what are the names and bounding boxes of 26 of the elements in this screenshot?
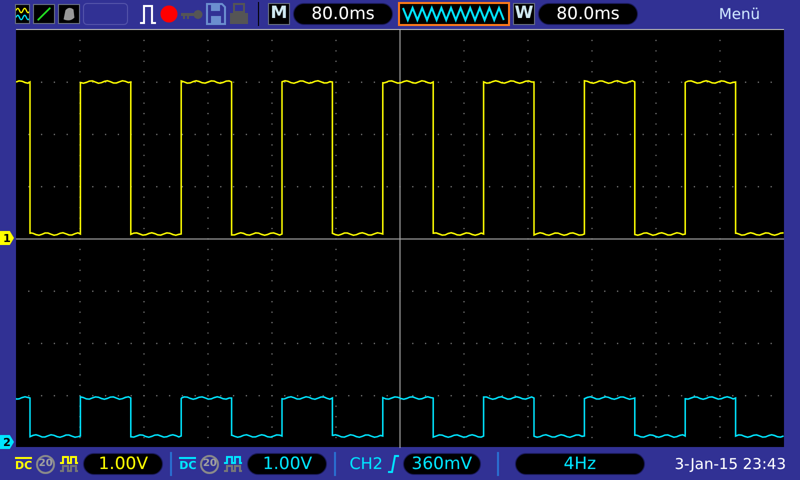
channel-scale-readout: 1.00V [83, 453, 164, 475]
save-icon[interactable] [206, 3, 226, 25]
window-time-readout: 80.0ms [538, 3, 638, 25]
waveform-icon[interactable] [15, 4, 30, 24]
square-wave-icon[interactable] [59, 455, 80, 473]
w-label: W [513, 3, 535, 25]
bandwidth-limit-label[interactable]: 20 [200, 454, 220, 474]
m-label: M [268, 3, 290, 25]
coupling-label[interactable]: DC [179, 457, 196, 471]
waveform-window-icon[interactable] [398, 2, 510, 26]
empty-slot [83, 3, 128, 25]
trigger-source: CH2 [349, 453, 383, 475]
frequency-readout: 4Hz [514, 453, 645, 475]
pulse-icon[interactable] [139, 3, 157, 25]
bandwidth-limit-label[interactable]: 20 [36, 454, 56, 474]
trigger-level-readout: 360mV [402, 453, 481, 475]
coupling-label[interactable]: DC [15, 457, 32, 471]
channel-marker[interactable]: 1 [0, 231, 14, 245]
timebase-readout: 80.0ms [293, 3, 393, 25]
menu-button[interactable]: Menü [718, 2, 760, 26]
persistence-icon[interactable] [58, 4, 80, 24]
channel-marker[interactable]: 2 [0, 435, 14, 449]
channel-scale-readout: 1.00V [247, 453, 328, 475]
date-time: 3-Jan-15 23:43 [674, 454, 786, 475]
square-wave-icon[interactable] [223, 455, 244, 473]
rising-edge-icon [386, 454, 399, 474]
